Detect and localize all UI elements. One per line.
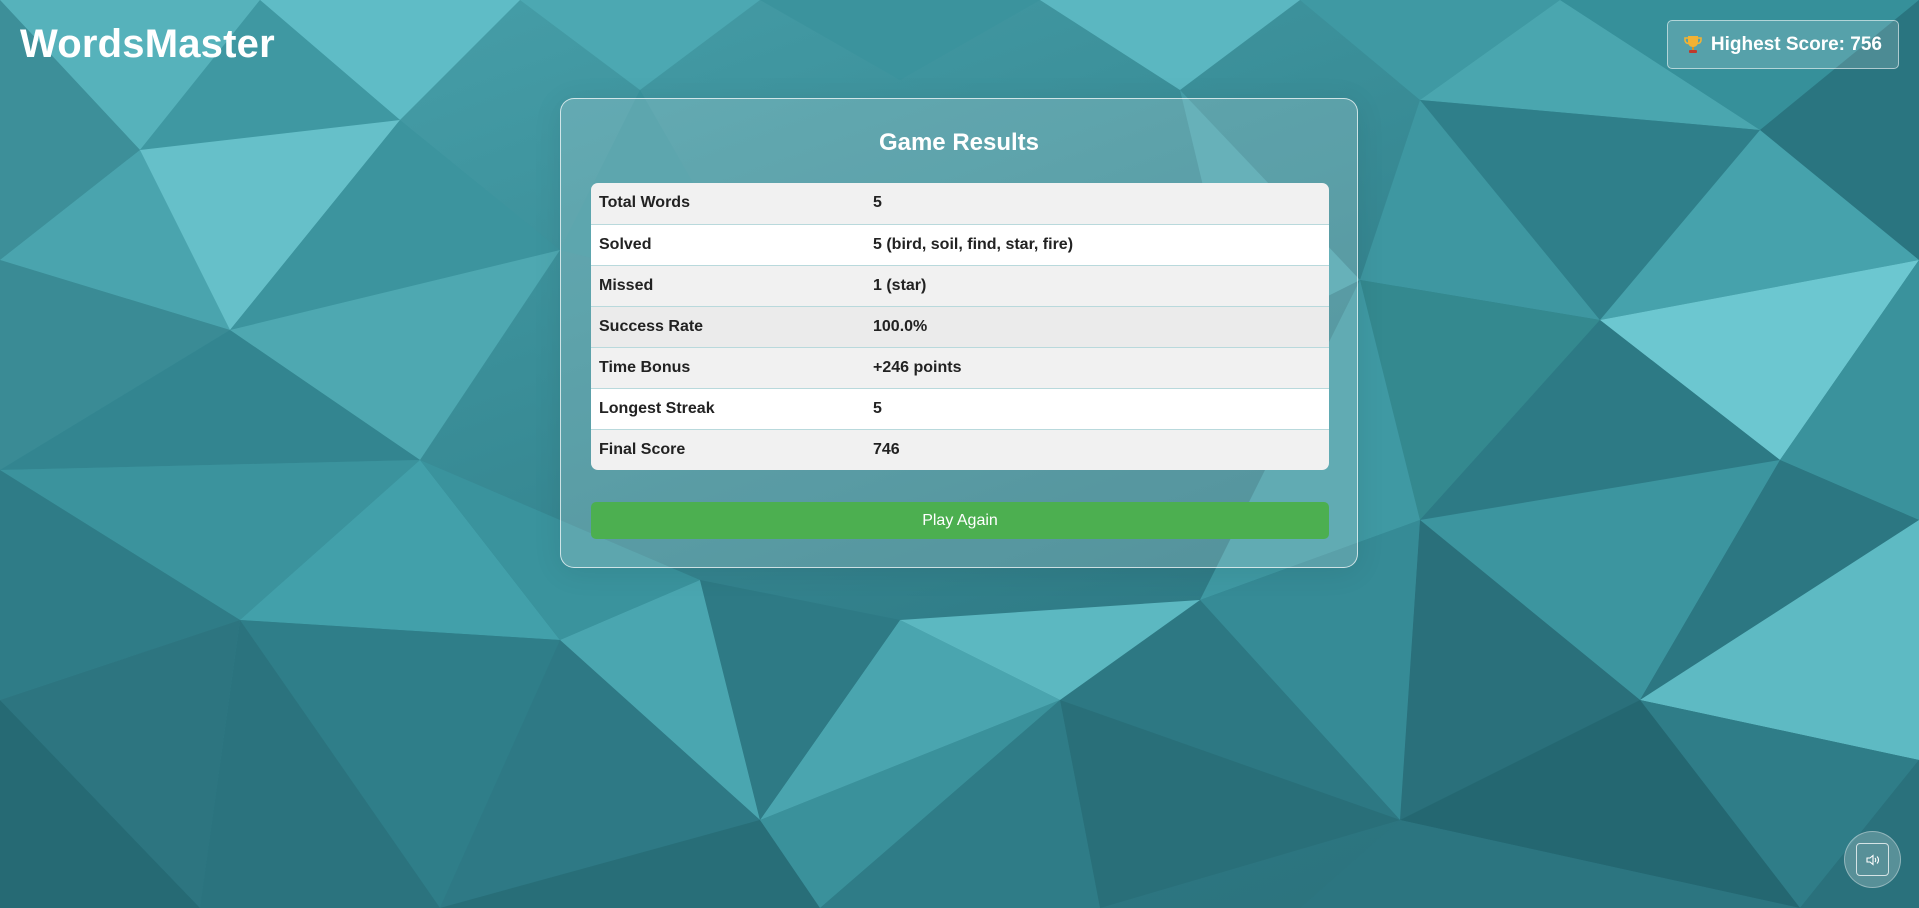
- play-again-button[interactable]: Play Again: [591, 502, 1329, 539]
- row-value-total-words: 5: [873, 194, 882, 212]
- row-value-final-score: 746: [873, 440, 900, 458]
- sound-toggle-button[interactable]: [1844, 831, 1901, 888]
- app-title: WordsMaster: [20, 22, 275, 66]
- row-value-time-bonus: +246 points: [873, 358, 962, 376]
- row-label-longest-streak: Longest Streak: [599, 399, 715, 417]
- row-value-solved: 5 (bird, soil, find, star, fire): [873, 235, 1074, 253]
- row-value-longest-streak: 5: [873, 399, 882, 417]
- table-row: Longest Streak 5: [591, 388, 1329, 429]
- table-row: Final Score 746: [591, 429, 1329, 470]
- trophy-icon: [1684, 35, 1702, 55]
- game-results-panel: Game Results Total Words 5 Solved 5 (bir…: [560, 98, 1358, 568]
- speaker-icon: [1856, 843, 1889, 876]
- row-value-success-rate: 100.0%: [873, 317, 928, 335]
- row-value-missed: 1 (star): [873, 276, 927, 294]
- table-row: Success Rate 100.0%: [591, 306, 1329, 347]
- table-row: Time Bonus +246 points: [591, 347, 1329, 388]
- row-label-final-score: Final Score: [599, 440, 686, 458]
- table-row: Total Words 5: [591, 183, 1329, 224]
- table-row: Solved 5 (bird, soil, find, star, fire): [591, 224, 1329, 265]
- highest-score-badge: Highest Score: 756: [1666, 20, 1899, 69]
- row-label-time-bonus: Time Bonus: [599, 358, 691, 376]
- row-label-total-words: Total Words: [599, 194, 690, 212]
- table-row: Missed 1 (star): [591, 265, 1329, 306]
- results-title: Game Results: [878, 129, 1040, 156]
- row-label-missed: Missed: [599, 276, 654, 294]
- row-label-success-rate: Success Rate: [599, 317, 704, 335]
- highest-score-text: Highest Score: 756: [1710, 33, 1882, 55]
- results-table: Total Words 5 Solved 5 (bird, soil, find…: [591, 183, 1329, 470]
- row-label-solved: Solved: [599, 235, 652, 253]
